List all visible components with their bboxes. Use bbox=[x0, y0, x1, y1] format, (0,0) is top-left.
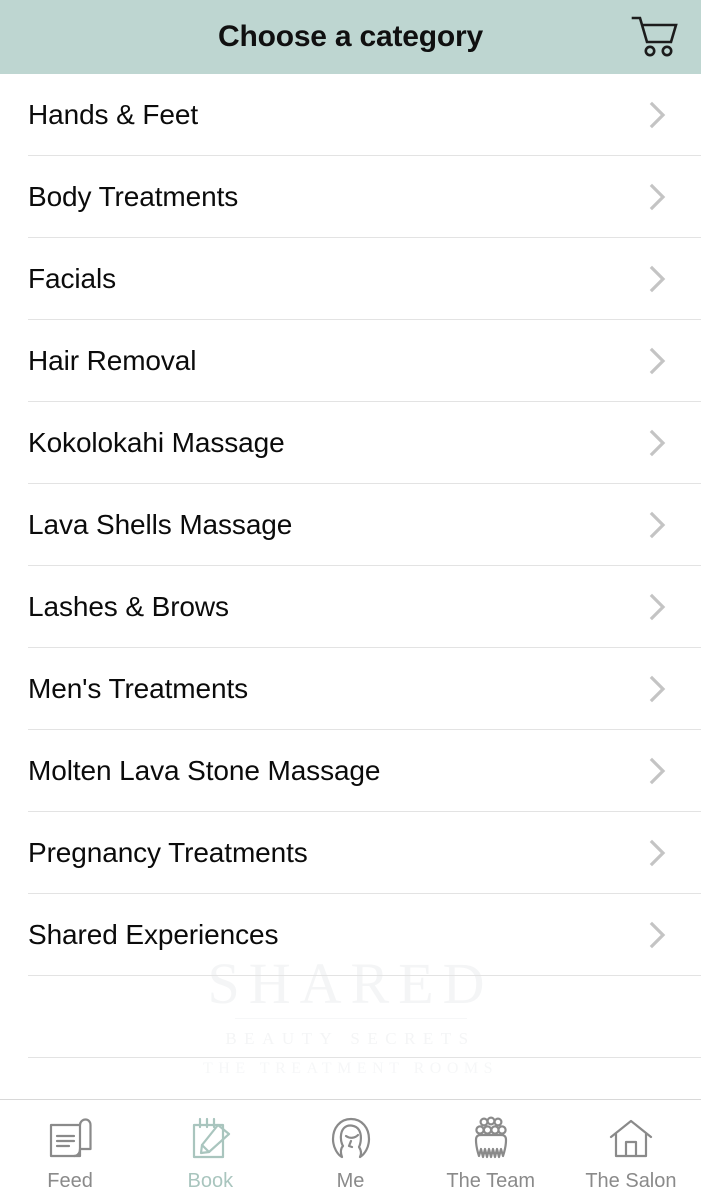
chevron-right-icon bbox=[647, 838, 669, 868]
category-row[interactable]: Men's Treatments bbox=[0, 648, 701, 730]
feed-scroll-icon bbox=[42, 1113, 98, 1165]
chevron-right-icon bbox=[647, 182, 669, 212]
tab-label: The Team bbox=[446, 1170, 535, 1192]
row-divider bbox=[28, 975, 701, 976]
shopping-cart-icon bbox=[631, 16, 678, 57]
group-people-icon bbox=[463, 1113, 519, 1165]
category-row-label: Shared Experiences bbox=[28, 919, 279, 950]
tab-label: Book bbox=[187, 1170, 234, 1192]
list-tail-spacer bbox=[0, 976, 701, 1058]
category-row-label: Facials bbox=[28, 263, 116, 294]
person-head-icon bbox=[323, 1113, 379, 1165]
cart-button[interactable] bbox=[627, 10, 683, 64]
category-row[interactable]: Hair Removal bbox=[0, 320, 701, 402]
chevron-right-icon bbox=[647, 346, 669, 376]
category-row[interactable]: Molten Lava Stone Massage bbox=[0, 730, 701, 812]
chevron-right-icon bbox=[647, 100, 669, 130]
watermark-subtagline: THE TREATMENT ROOMS bbox=[202, 1060, 499, 1078]
category-row[interactable]: Hands & Feet bbox=[0, 74, 701, 156]
category-row-label: Lashes & Brows bbox=[28, 591, 229, 622]
category-row[interactable]: Lava Shells Massage bbox=[0, 484, 701, 566]
category-row[interactable]: Pregnancy Treatments bbox=[0, 812, 701, 894]
tab-feed[interactable]: Feed bbox=[0, 1100, 140, 1200]
category-row-label: Body Treatments bbox=[28, 181, 239, 212]
category-row-label: Kokolokahi Massage bbox=[28, 427, 285, 458]
chevron-right-icon bbox=[647, 510, 669, 540]
category-row-label: Molten Lava Stone Massage bbox=[28, 755, 381, 786]
category-row[interactable]: Shared Experiences bbox=[0, 894, 701, 976]
page-title: Choose a category bbox=[217, 20, 484, 53]
category-row-label: Hands & Feet bbox=[28, 99, 198, 130]
notepad-pencil-icon bbox=[182, 1113, 238, 1165]
row-divider bbox=[28, 1057, 701, 1058]
tab-me[interactable]: Me bbox=[280, 1100, 420, 1200]
category-row[interactable]: Body Treatments bbox=[0, 156, 701, 238]
category-row-label: Pregnancy Treatments bbox=[28, 837, 308, 868]
tab-label: The Salon bbox=[585, 1170, 677, 1192]
chevron-right-icon bbox=[647, 674, 669, 704]
tab-the-team[interactable]: The Team bbox=[421, 1100, 561, 1200]
category-row-label: Men's Treatments bbox=[28, 673, 249, 704]
chevron-right-icon bbox=[647, 264, 669, 294]
tab-book[interactable]: Book bbox=[140, 1100, 280, 1200]
app-root: Choose a category SHARED BEAUTY SECRETS … bbox=[0, 0, 701, 1200]
house-icon bbox=[603, 1113, 659, 1165]
app-header: Choose a category bbox=[0, 0, 701, 74]
category-row[interactable]: Facials bbox=[0, 238, 701, 320]
tab-label: Feed bbox=[47, 1170, 93, 1192]
category-row-label: Lava Shells Massage bbox=[28, 509, 293, 540]
category-rows: Hands & Feet Body Treatments Facials Hair R… bbox=[0, 74, 701, 976]
category-list: SHARED BEAUTY SECRETS THE TREATMENT ROOM… bbox=[0, 74, 701, 1099]
chevron-right-icon bbox=[647, 592, 669, 622]
chevron-right-icon bbox=[647, 756, 669, 786]
tab-the-salon[interactable]: The Salon bbox=[561, 1100, 701, 1200]
category-row-label: Hair Removal bbox=[28, 345, 197, 376]
chevron-right-icon bbox=[647, 428, 669, 458]
category-row[interactable]: Kokolokahi Massage bbox=[0, 402, 701, 484]
tab-label: Me bbox=[336, 1170, 365, 1192]
chevron-right-icon bbox=[647, 920, 669, 950]
bottom-tab-bar: Feed Book Me The Team The Salon bbox=[0, 1099, 701, 1200]
category-row[interactable]: Lashes & Brows bbox=[0, 566, 701, 648]
